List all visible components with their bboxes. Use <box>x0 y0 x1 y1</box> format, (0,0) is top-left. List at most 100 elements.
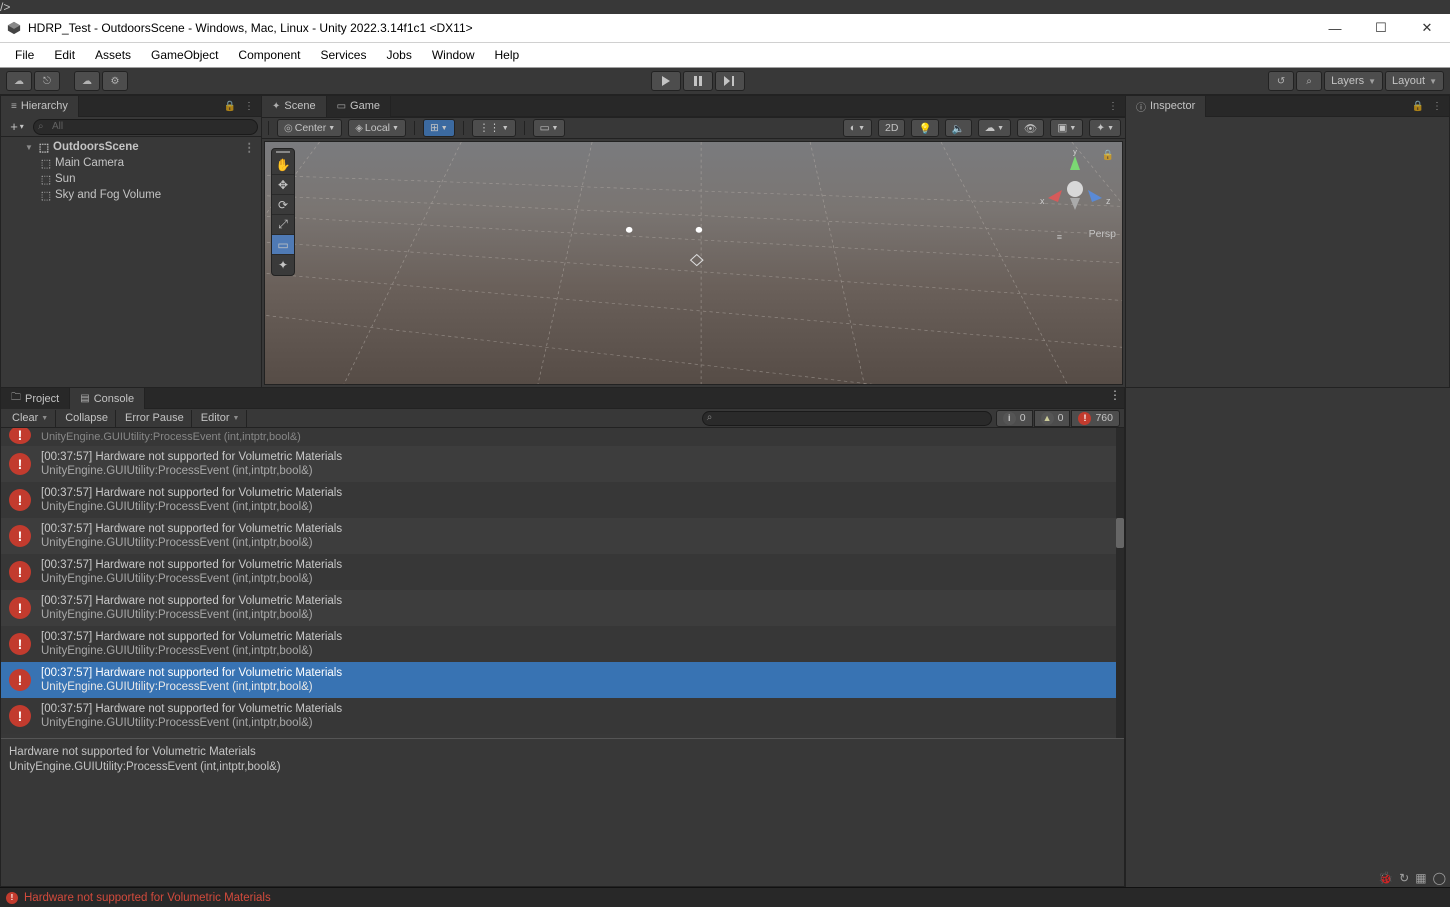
console-row[interactable]: ! UnityEngine.GUIUtility:ProcessEvent (i… <box>1 428 1116 446</box>
tray-debug-icon[interactable]: 🐞 <box>1378 871 1393 885</box>
create-dropdown[interactable]: +▾ <box>4 118 30 135</box>
orientation-gizmo[interactable]: 🔒 y z x Persp ≡ <box>1036 150 1114 228</box>
menu-help[interactable]: Help <box>486 46 529 64</box>
perspective-label[interactable]: Persp <box>1089 228 1116 240</box>
menu-assets[interactable]: Assets <box>86 46 140 64</box>
hierarchy-item[interactable]: ⬚ Main Camera <box>1 155 261 171</box>
visibility-toggle[interactable]: 👁 <box>1017 119 1044 137</box>
scale-icon: ⤢ <box>278 217 288 232</box>
editor-dropdown[interactable]: Editor▼ <box>194 410 248 427</box>
menu-services[interactable]: Services <box>311 46 375 64</box>
scene-panel: ✦ Scene ▭ Game ⋮ ◎ Center▼ ◈ Local▼ ⊞▼ ⋮… <box>262 95 1125 388</box>
light-icon: 💡 <box>918 122 931 135</box>
scene-root[interactable]: ▼ ⬚ OutdoorsScene ⋮ <box>1 139 261 155</box>
tab-hierarchy[interactable]: ≡ Hierarchy <box>1 96 79 117</box>
console-row[interactable]: ! [00:37:57] Hardware not supported for … <box>1 446 1116 482</box>
gizmo-lock-icon[interactable]: 🔒 <box>1102 150 1114 161</box>
console-search-input[interactable]: ⌕ <box>702 411 992 426</box>
move-tool[interactable]: ✥ <box>272 175 294 195</box>
menu-gameobject[interactable]: GameObject <box>142 46 227 64</box>
services-button[interactable]: ⎋ <box>34 71 60 91</box>
panel-lock-icon[interactable]: 🔒 <box>221 101 239 112</box>
console-row[interactable]: ! [00:37:57] Hardware not supported for … <box>1 554 1116 590</box>
panel-lock-icon[interactable]: 🔒 <box>1409 101 1427 112</box>
status-bar[interactable]: ! Hardware not supported for Volumetric … <box>0 887 1450 907</box>
tray-cache-icon[interactable]: ▦ <box>1415 871 1426 885</box>
warn-filter-toggle[interactable]: ▲0 <box>1034 410 1071 427</box>
console-row[interactable]: ! [00:37:57] Hardware not supported for … <box>1 518 1116 554</box>
menu-component[interactable]: Component <box>229 46 309 64</box>
tray-network-icon[interactable]: ◯ <box>1433 871 1446 885</box>
menu-window[interactable]: Window <box>423 46 484 64</box>
console-row[interactable]: ! [00:37:57] Hardware not supported for … <box>1 482 1116 518</box>
statusbar-error-icon: ! <box>6 892 18 904</box>
snap-increment-button[interactable]: ⋮⋮▼ <box>472 119 516 137</box>
window-close-button[interactable]: ✕ <box>1404 14 1450 42</box>
layout-dropdown[interactable]: Layout▼ <box>1385 71 1444 91</box>
window-titlebar: HDRP_Test - OutdoorsScene - Windows, Mac… <box>0 14 1450 43</box>
menu-edit[interactable]: Edit <box>45 46 84 64</box>
drawmode-icon: ▭ <box>540 122 550 134</box>
camera-settings-button[interactable]: ▣▼ <box>1050 119 1083 137</box>
hierarchy-item[interactable]: ⬚ Sun <box>1 171 261 187</box>
shading-mode-button[interactable]: ◐▼ <box>843 119 872 137</box>
console-row-selected[interactable]: ! [00:37:57] Hardware not supported for … <box>1 662 1116 698</box>
panel-menu-icon[interactable]: ⋮ <box>241 101 257 112</box>
draw-mode-button[interactable]: ▭▼ <box>533 119 566 137</box>
2d-toggle[interactable]: 2D <box>878 119 905 137</box>
tab-project[interactable]: 🗀 Project <box>1 388 70 409</box>
error-badge-icon: ! <box>9 428 31 444</box>
step-button[interactable] <box>715 71 745 91</box>
panel-menu-icon[interactable]: ⋮ <box>1105 101 1121 112</box>
pivot-mode-button[interactable]: ◎ Center▼ <box>277 119 342 137</box>
scale-tool[interactable]: ⤢ <box>272 215 294 235</box>
error-pause-toggle[interactable]: Error Pause <box>118 410 192 427</box>
collapse-toggle[interactable]: Collapse <box>58 410 116 427</box>
undo-history-button[interactable]: ↺ <box>1268 71 1294 91</box>
hierarchy-item[interactable]: ⬚ Sky and Fog Volume <box>1 187 261 203</box>
play-button[interactable] <box>651 71 681 91</box>
error-filter-toggle[interactable]: !760 <box>1071 410 1120 427</box>
global-search-button[interactable]: ⌕ <box>1296 71 1322 91</box>
fx-toggle[interactable]: ☁▼ <box>978 119 1011 137</box>
panel-menu-icon[interactable]: ⋮ <box>1106 388 1124 402</box>
hierarchy-panel: ≡ Hierarchy 🔒 ⋮ +▾ ⌕ All ▼ ⬚ OutdoorsSce… <box>0 95 262 388</box>
space-mode-button[interactable]: ◈ Local▼ <box>348 119 406 137</box>
audio-toggle[interactable]: 🔈 <box>945 119 972 137</box>
panel-menu-icon[interactable]: ⋮ <box>1429 101 1445 112</box>
clear-button[interactable]: Clear▼ <box>5 410 56 427</box>
lighting-toggle[interactable]: 💡 <box>911 119 938 137</box>
rotate-tool[interactable]: ⟳ <box>272 195 294 215</box>
console-row[interactable]: ! [00:37:57] Hardware not supported for … <box>1 590 1116 626</box>
cloud-button[interactable]: ☁ <box>74 71 100 91</box>
settings-button[interactable]: ⚙ <box>102 71 128 91</box>
console-row[interactable]: ! [00:37:57] Hardware not supported for … <box>1 698 1116 734</box>
info-filter-toggle[interactable]: i0 <box>996 410 1033 427</box>
hierarchy-icon: ≡ <box>11 101 17 112</box>
tab-scene[interactable]: ✦ Scene <box>262 96 327 117</box>
rect-tool[interactable]: ▭ <box>272 235 294 255</box>
pause-button[interactable] <box>683 71 713 91</box>
window-maximize-button[interactable]: ☐ <box>1358 14 1404 42</box>
menu-jobs[interactable]: Jobs <box>377 46 420 64</box>
tab-inspector[interactable]: ⓘ Inspector <box>1126 96 1206 117</box>
scene-menu-icon[interactable]: ⋮ <box>244 140 262 154</box>
menu-file[interactable]: File <box>6 46 43 64</box>
gizmos-dropdown[interactable]: ✦▼ <box>1089 119 1121 137</box>
expand-toggle-icon[interactable]: ▼ <box>25 143 35 152</box>
transform-tool[interactable]: ✦ <box>272 255 294 275</box>
unity-scene-icon: ⬚ <box>37 141 51 154</box>
console-scrollbar[interactable] <box>1116 428 1124 738</box>
window-minimize-button[interactable]: — <box>1312 14 1358 42</box>
account-button[interactable]: ☁︎ <box>6 71 32 91</box>
grid-snap-button[interactable]: ⊞▼ <box>423 119 455 137</box>
tab-game[interactable]: ▭ Game <box>327 96 391 117</box>
console-row[interactable]: ! [00:37:57] Hardware not supported for … <box>1 626 1116 662</box>
layers-dropdown[interactable]: Layers▼ <box>1324 71 1383 91</box>
hand-tool[interactable]: ✋ <box>272 155 294 175</box>
window-title: HDRP_Test - OutdoorsScene - Windows, Mac… <box>28 21 1312 35</box>
tab-console[interactable]: ▤ Console <box>70 388 145 409</box>
tray-autorefresh-icon[interactable]: ↻ <box>1399 871 1409 885</box>
hierarchy-search-input[interactable]: ⌕ All <box>33 119 258 135</box>
scene-viewport[interactable]: ✋ ✥ ⟳ ⤢ ▭ ✦ 🔒 y z x Persp <box>264 141 1123 385</box>
